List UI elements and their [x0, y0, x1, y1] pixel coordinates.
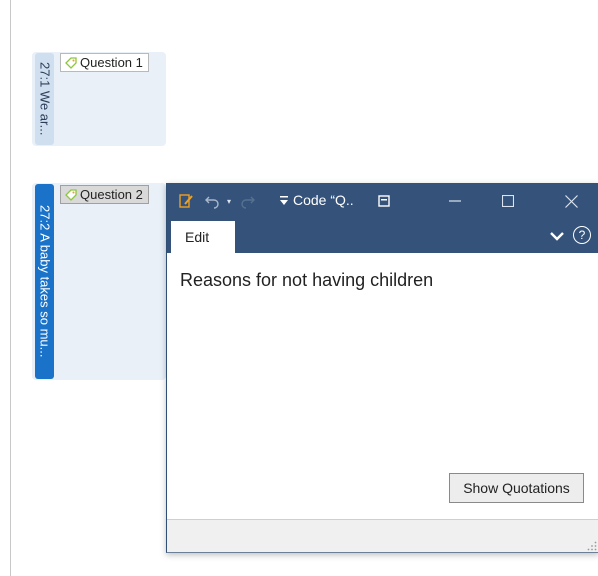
undo-icon[interactable]	[203, 192, 221, 210]
document-margin-line	[10, 0, 11, 576]
undo-dropdown-icon[interactable]: ▾	[224, 192, 234, 210]
quotation-2-bar[interactable]: 27:2 A baby takes so mu...	[35, 184, 54, 379]
minimize-icon[interactable]	[445, 192, 465, 210]
edit-icon[interactable]	[177, 192, 195, 210]
ribbon: Edit ?	[167, 219, 598, 253]
help-icon[interactable]: ?	[573, 226, 591, 244]
maximize-icon[interactable]	[498, 192, 518, 210]
code-editor-window: ▾ Code “Q.. Edit ? Reasons for not havin…	[166, 183, 598, 553]
code-comment-text[interactable]: Reasons for not having children	[180, 270, 433, 291]
window-mode-icon[interactable]	[375, 192, 393, 210]
collapse-ribbon-chevron-icon[interactable]	[549, 228, 565, 244]
code-icon	[65, 188, 77, 201]
tab-edit[interactable]: Edit	[171, 221, 235, 253]
code-tag-question-2[interactable]: Question 2	[60, 185, 149, 204]
quotation-2-label: 27:2 A baby takes so mu...	[37, 205, 53, 358]
code-icon	[65, 56, 77, 69]
status-bar	[167, 519, 598, 552]
close-icon[interactable]	[561, 192, 581, 210]
code-tag-label: Question 2	[80, 187, 143, 202]
code-tag-question-1[interactable]: Question 1	[60, 53, 149, 72]
code-tag-label: Question 1	[80, 55, 143, 70]
redo-icon[interactable]	[239, 192, 257, 210]
customize-quick-access-icon[interactable]	[277, 192, 291, 210]
quotation-1-label: 27:1 We ar...	[37, 62, 53, 136]
quotation-1-bar[interactable]: 27:1 We ar...	[35, 53, 54, 145]
show-quotations-button[interactable]: Show Quotations	[449, 473, 584, 503]
resize-grip-icon[interactable]	[587, 541, 597, 551]
window-title: Code “Q..	[293, 192, 354, 208]
title-bar[interactable]: ▾ Code “Q..	[167, 183, 598, 219]
